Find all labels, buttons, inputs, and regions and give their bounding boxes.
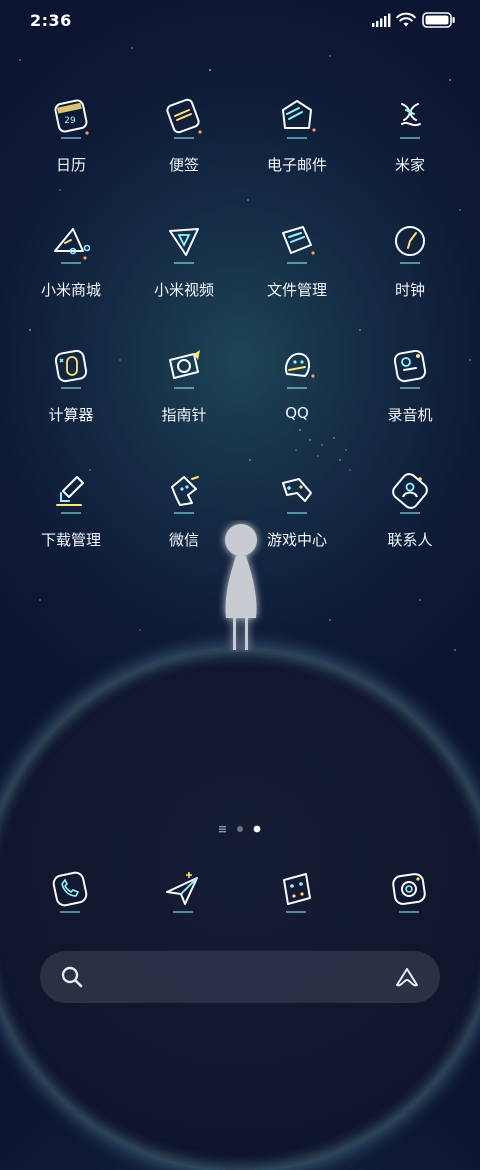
wifi-icon (396, 12, 416, 27)
app-label: 下载管理 (40, 531, 101, 549)
search-icon[interactable] (60, 965, 84, 989)
calendar-icon: 29 (54, 99, 89, 139)
svg-text:29: 29 (64, 116, 76, 126)
mijia-icon (400, 103, 421, 139)
calculator-icon (54, 349, 88, 389)
app-notes[interactable]: 便签 (128, 90, 240, 200)
download-icon (56, 476, 84, 514)
app-mijia[interactable]: 米家 (354, 90, 466, 200)
app-compass[interactable]: 指南针 (128, 340, 240, 450)
app-label: 录音机 (387, 406, 433, 424)
clock-icon (395, 226, 425, 264)
app-label: 米家 (394, 156, 425, 174)
compass-icon (169, 350, 200, 389)
app-label: 时钟 (394, 281, 425, 299)
page-indicator (219, 825, 261, 833)
app-label: 便签 (168, 156, 199, 174)
app-qq[interactable]: QQ (241, 340, 353, 450)
app-label: 文件管理 (266, 281, 327, 299)
app-download[interactable]: 下载管理 (15, 465, 127, 575)
app-file-manager[interactable]: 文件管理 (241, 215, 353, 325)
signal-icon (372, 13, 391, 27)
app-label: 联系人 (387, 531, 433, 549)
app-email[interactable]: 电子邮件 (241, 90, 353, 200)
status-bar: 2:36 (0, 0, 480, 44)
home-list-icon (219, 826, 226, 833)
email-icon (282, 100, 316, 139)
mi-video-icon (169, 228, 199, 264)
app-contacts[interactable]: 联系人 (354, 465, 466, 575)
search-bar[interactable] (40, 951, 440, 1003)
glowing-figure-wallpaper (225, 524, 257, 650)
contacts-icon (392, 473, 428, 514)
app-recorder[interactable]: 录音机 (354, 340, 466, 450)
app-label: 小米商城 (40, 281, 101, 299)
app-label: 计算器 (48, 406, 94, 424)
app-mi-store[interactable]: 小米商城 (15, 215, 127, 325)
qq-icon (285, 352, 315, 389)
camera-icon[interactable] (381, 862, 437, 918)
recorder-icon (393, 349, 427, 389)
app-mi-video[interactable]: 小米视频 (128, 215, 240, 325)
dock (0, 862, 480, 926)
battery-icon (422, 12, 455, 28)
app-label: 小米视频 (153, 281, 214, 299)
game-center-icon (282, 478, 312, 514)
status-time: 2:36 (30, 11, 72, 30)
app-calendar[interactable]: 29 日历 (15, 90, 127, 200)
assistant-icon[interactable] (394, 965, 420, 989)
app-label: 指南针 (161, 406, 207, 424)
app-label: 电子邮件 (266, 156, 327, 174)
wechat-icon (171, 476, 199, 514)
notes-icon (166, 98, 202, 139)
page-dot-2-active (253, 825, 261, 833)
app-label: QQ (285, 404, 309, 422)
browser-icon[interactable] (268, 862, 324, 918)
file-manager-icon (282, 226, 315, 264)
mi-store-icon (54, 228, 91, 264)
app-clock[interactable]: 时钟 (354, 215, 466, 325)
page-dot-1 (237, 826, 243, 832)
messages-icon[interactable] (155, 862, 211, 918)
app-calculator[interactable]: 计算器 (15, 340, 127, 450)
app-label: 日历 (55, 156, 86, 174)
phone-icon[interactable] (42, 862, 98, 918)
